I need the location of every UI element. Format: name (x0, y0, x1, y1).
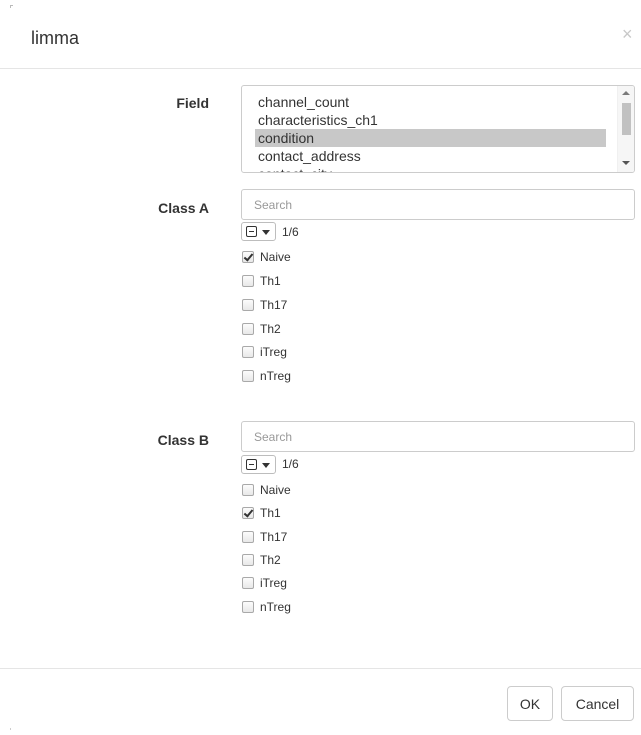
cancel-button[interactable]: Cancel (561, 686, 634, 721)
checkbox-checked[interactable] (242, 251, 254, 263)
class-a-option-label: Naive (260, 250, 291, 264)
field-option-channel-count[interactable]: channel_count (255, 93, 606, 111)
field-label: Field (176, 95, 209, 111)
class-b-option-label: Th1 (260, 506, 281, 520)
class-b-search-input[interactable] (241, 421, 635, 452)
field-option-contact-city[interactable]: contact_city (255, 165, 606, 172)
scroll-down-arrow-icon[interactable] (622, 161, 630, 165)
field-option-condition[interactable]: condition (255, 129, 606, 147)
scrollbar-thumb[interactable] (622, 103, 631, 135)
modal-footer-divider (0, 668, 641, 669)
field-option-contact-address[interactable]: contact_address (255, 147, 606, 165)
class-b-option-label: nTreg (260, 600, 291, 614)
checkbox[interactable] (242, 554, 254, 566)
field-select-list[interactable]: channel_count characteristics_ch1 condit… (241, 85, 635, 173)
class-b-option-label: Naive (260, 483, 291, 497)
class-b-selected-count: 1/6 (282, 457, 299, 471)
modal-title: limma (31, 28, 79, 48)
collapse-minus-icon (246, 226, 257, 237)
class-a-option-label: Th2 (260, 322, 281, 336)
checkbox[interactable] (242, 323, 254, 335)
class-b-option-label: Th17 (260, 530, 288, 544)
scroll-up-arrow-icon[interactable] (622, 91, 630, 95)
class-a-search-input[interactable] (241, 189, 635, 220)
class-a-option-label: iTreg (260, 345, 287, 359)
checkbox-checked[interactable] (242, 507, 254, 519)
checkbox[interactable] (242, 299, 254, 311)
class-a-label: Class A (158, 200, 209, 216)
class-a-selected-count: 1/6 (282, 225, 299, 239)
class-a-option-label: Th17 (260, 298, 288, 312)
field-option-characteristics-ch1[interactable]: characteristics_ch1 (255, 111, 606, 129)
class-a-option-label: nTreg (260, 369, 291, 383)
class-b-label: Class B (157, 432, 209, 448)
class-b-select-toggle-button[interactable] (241, 455, 276, 474)
close-icon[interactable]: × (622, 25, 633, 43)
ok-button[interactable]: OK (507, 686, 553, 721)
checkbox[interactable] (242, 484, 254, 496)
checkbox[interactable] (242, 275, 254, 287)
collapse-minus-icon (246, 459, 257, 470)
checkbox[interactable] (242, 531, 254, 543)
modal-header: limma × (0, 0, 641, 69)
checkbox[interactable] (242, 370, 254, 382)
checkbox[interactable] (242, 601, 254, 613)
corner-mark-bottom (10, 728, 12, 730)
checkbox[interactable] (242, 577, 254, 589)
checkbox[interactable] (242, 346, 254, 358)
class-a-option-label: Th1 (260, 274, 281, 288)
field-scrollbar[interactable] (617, 86, 634, 172)
class-b-option-label: Th2 (260, 553, 281, 567)
caret-down-icon (262, 230, 270, 235)
caret-down-icon (262, 463, 270, 468)
class-b-option-label: iTreg (260, 576, 287, 590)
class-a-select-toggle-button[interactable] (241, 222, 276, 241)
